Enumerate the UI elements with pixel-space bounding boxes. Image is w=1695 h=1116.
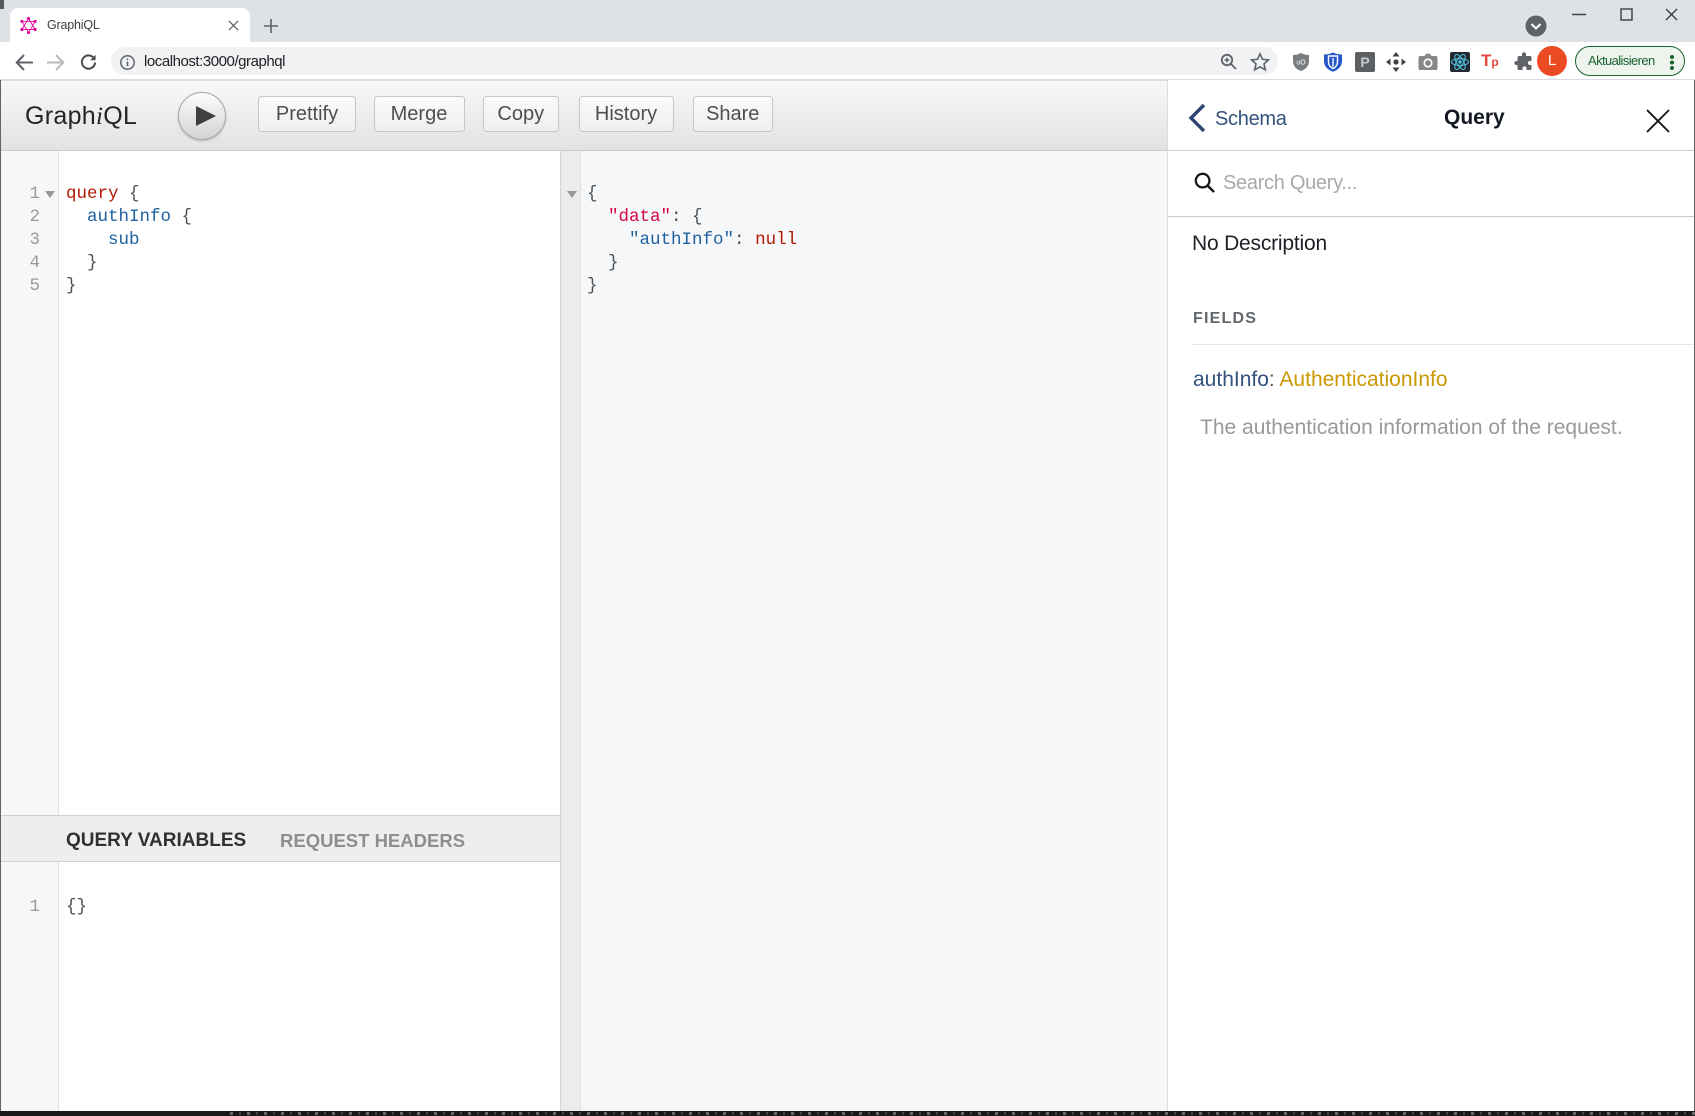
svg-text:uO: uO xyxy=(1296,60,1306,67)
